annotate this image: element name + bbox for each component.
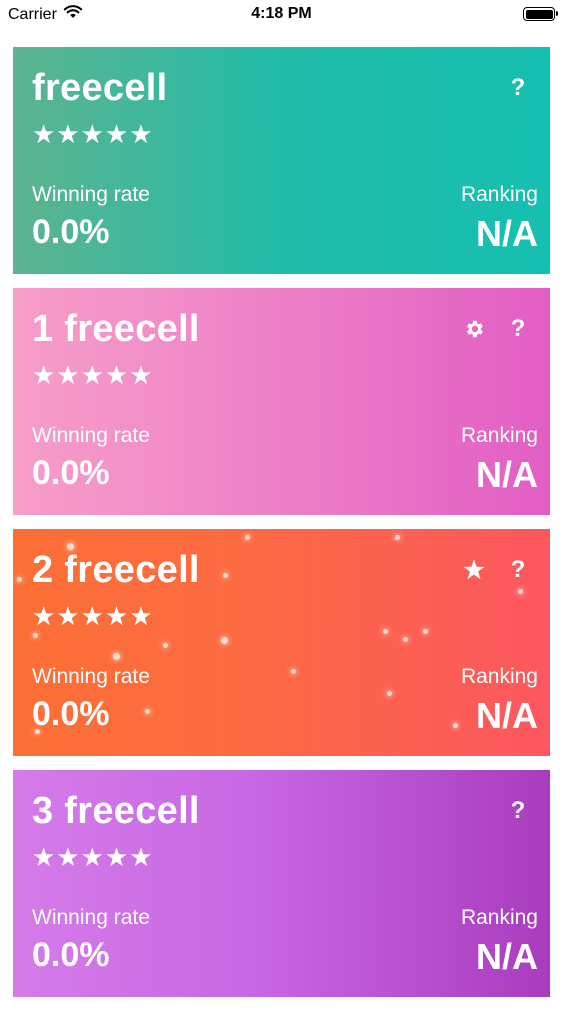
sparkle-decoration [17,577,22,582]
winning-rate-value: 0.0% [32,936,110,974]
gear-icon[interactable] [462,314,486,344]
help-icon[interactable]: ? [506,796,530,826]
winning-rate-value: 0.0% [32,695,110,733]
star-rating: ★★★★★ [32,360,154,390]
sparkle-decoration [291,669,296,674]
sparkle-decoration [518,589,523,594]
sparkle-decoration [395,535,400,540]
sparkle-decoration [145,709,150,714]
winning-rate-value: 0.0% [32,213,110,251]
winning-rate-label: Winning rate [32,424,150,447]
winning-rate-label: Winning rate [32,906,150,929]
sparkle-decoration [423,629,428,634]
status-bar: Carrier 4:18 PM [0,0,563,30]
ranking-label: Ranking [460,424,538,447]
star-icon[interactable]: ★ [462,555,486,585]
ranking-label: Ranking [460,183,538,206]
card-title: 1 freecell [32,308,200,350]
card-actions: ? [506,796,530,826]
card-title: 2 freecell [32,549,200,591]
winning-rate-label: Winning rate [32,183,150,206]
sparkle-decoration [223,573,228,578]
sparkle-decoration [33,633,38,638]
card-actions: ? [462,314,530,344]
ranking-value: N/A [476,936,538,977]
sparkle-decoration [453,723,458,728]
sparkle-decoration [387,691,392,696]
battery-icon [523,7,558,21]
ranking-value: N/A [476,695,538,736]
help-icon[interactable]: ? [506,314,530,344]
ranking-value: N/A [476,454,538,495]
help-icon[interactable]: ? [506,555,530,585]
sparkle-decoration [403,637,408,642]
ranking-value: N/A [476,213,538,254]
status-time: 4:18 PM [251,5,312,22]
game-card-list: freecell ? ★★★★★ Winning rate 0.0% Ranki… [13,47,550,1011]
star-rating: ★★★★★ [32,601,154,631]
star-rating: ★★★★★ [32,842,154,872]
sparkle-decoration [221,637,228,644]
sparkle-decoration [245,535,250,540]
card-actions: ? [506,73,530,103]
sparkle-decoration [113,653,120,660]
game-card-2-freecell[interactable]: 2 freecell ★ ? ★★★★★ Winning rate 0.0% R… [13,529,550,756]
winning-rate-value: 0.0% [32,454,110,492]
help-icon[interactable]: ? [506,73,530,103]
game-card-freecell[interactable]: freecell ? ★★★★★ Winning rate 0.0% Ranki… [13,47,550,274]
game-card-3-freecell[interactable]: 3 freecell ? ★★★★★ Winning rate 0.0% Ran… [13,770,550,997]
card-actions: ★ ? [462,555,530,585]
ranking-label: Ranking [460,665,538,688]
sparkle-decoration [163,643,168,648]
ranking-label: Ranking [460,906,538,929]
star-rating: ★★★★★ [32,119,154,149]
card-title: 3 freecell [32,790,200,832]
sparkle-decoration [383,629,388,634]
card-title: freecell [32,67,168,109]
winning-rate-label: Winning rate [32,665,150,688]
game-card-1-freecell[interactable]: 1 freecell ? ★★★★★ Winning rate 0.0% Ran… [13,288,550,515]
